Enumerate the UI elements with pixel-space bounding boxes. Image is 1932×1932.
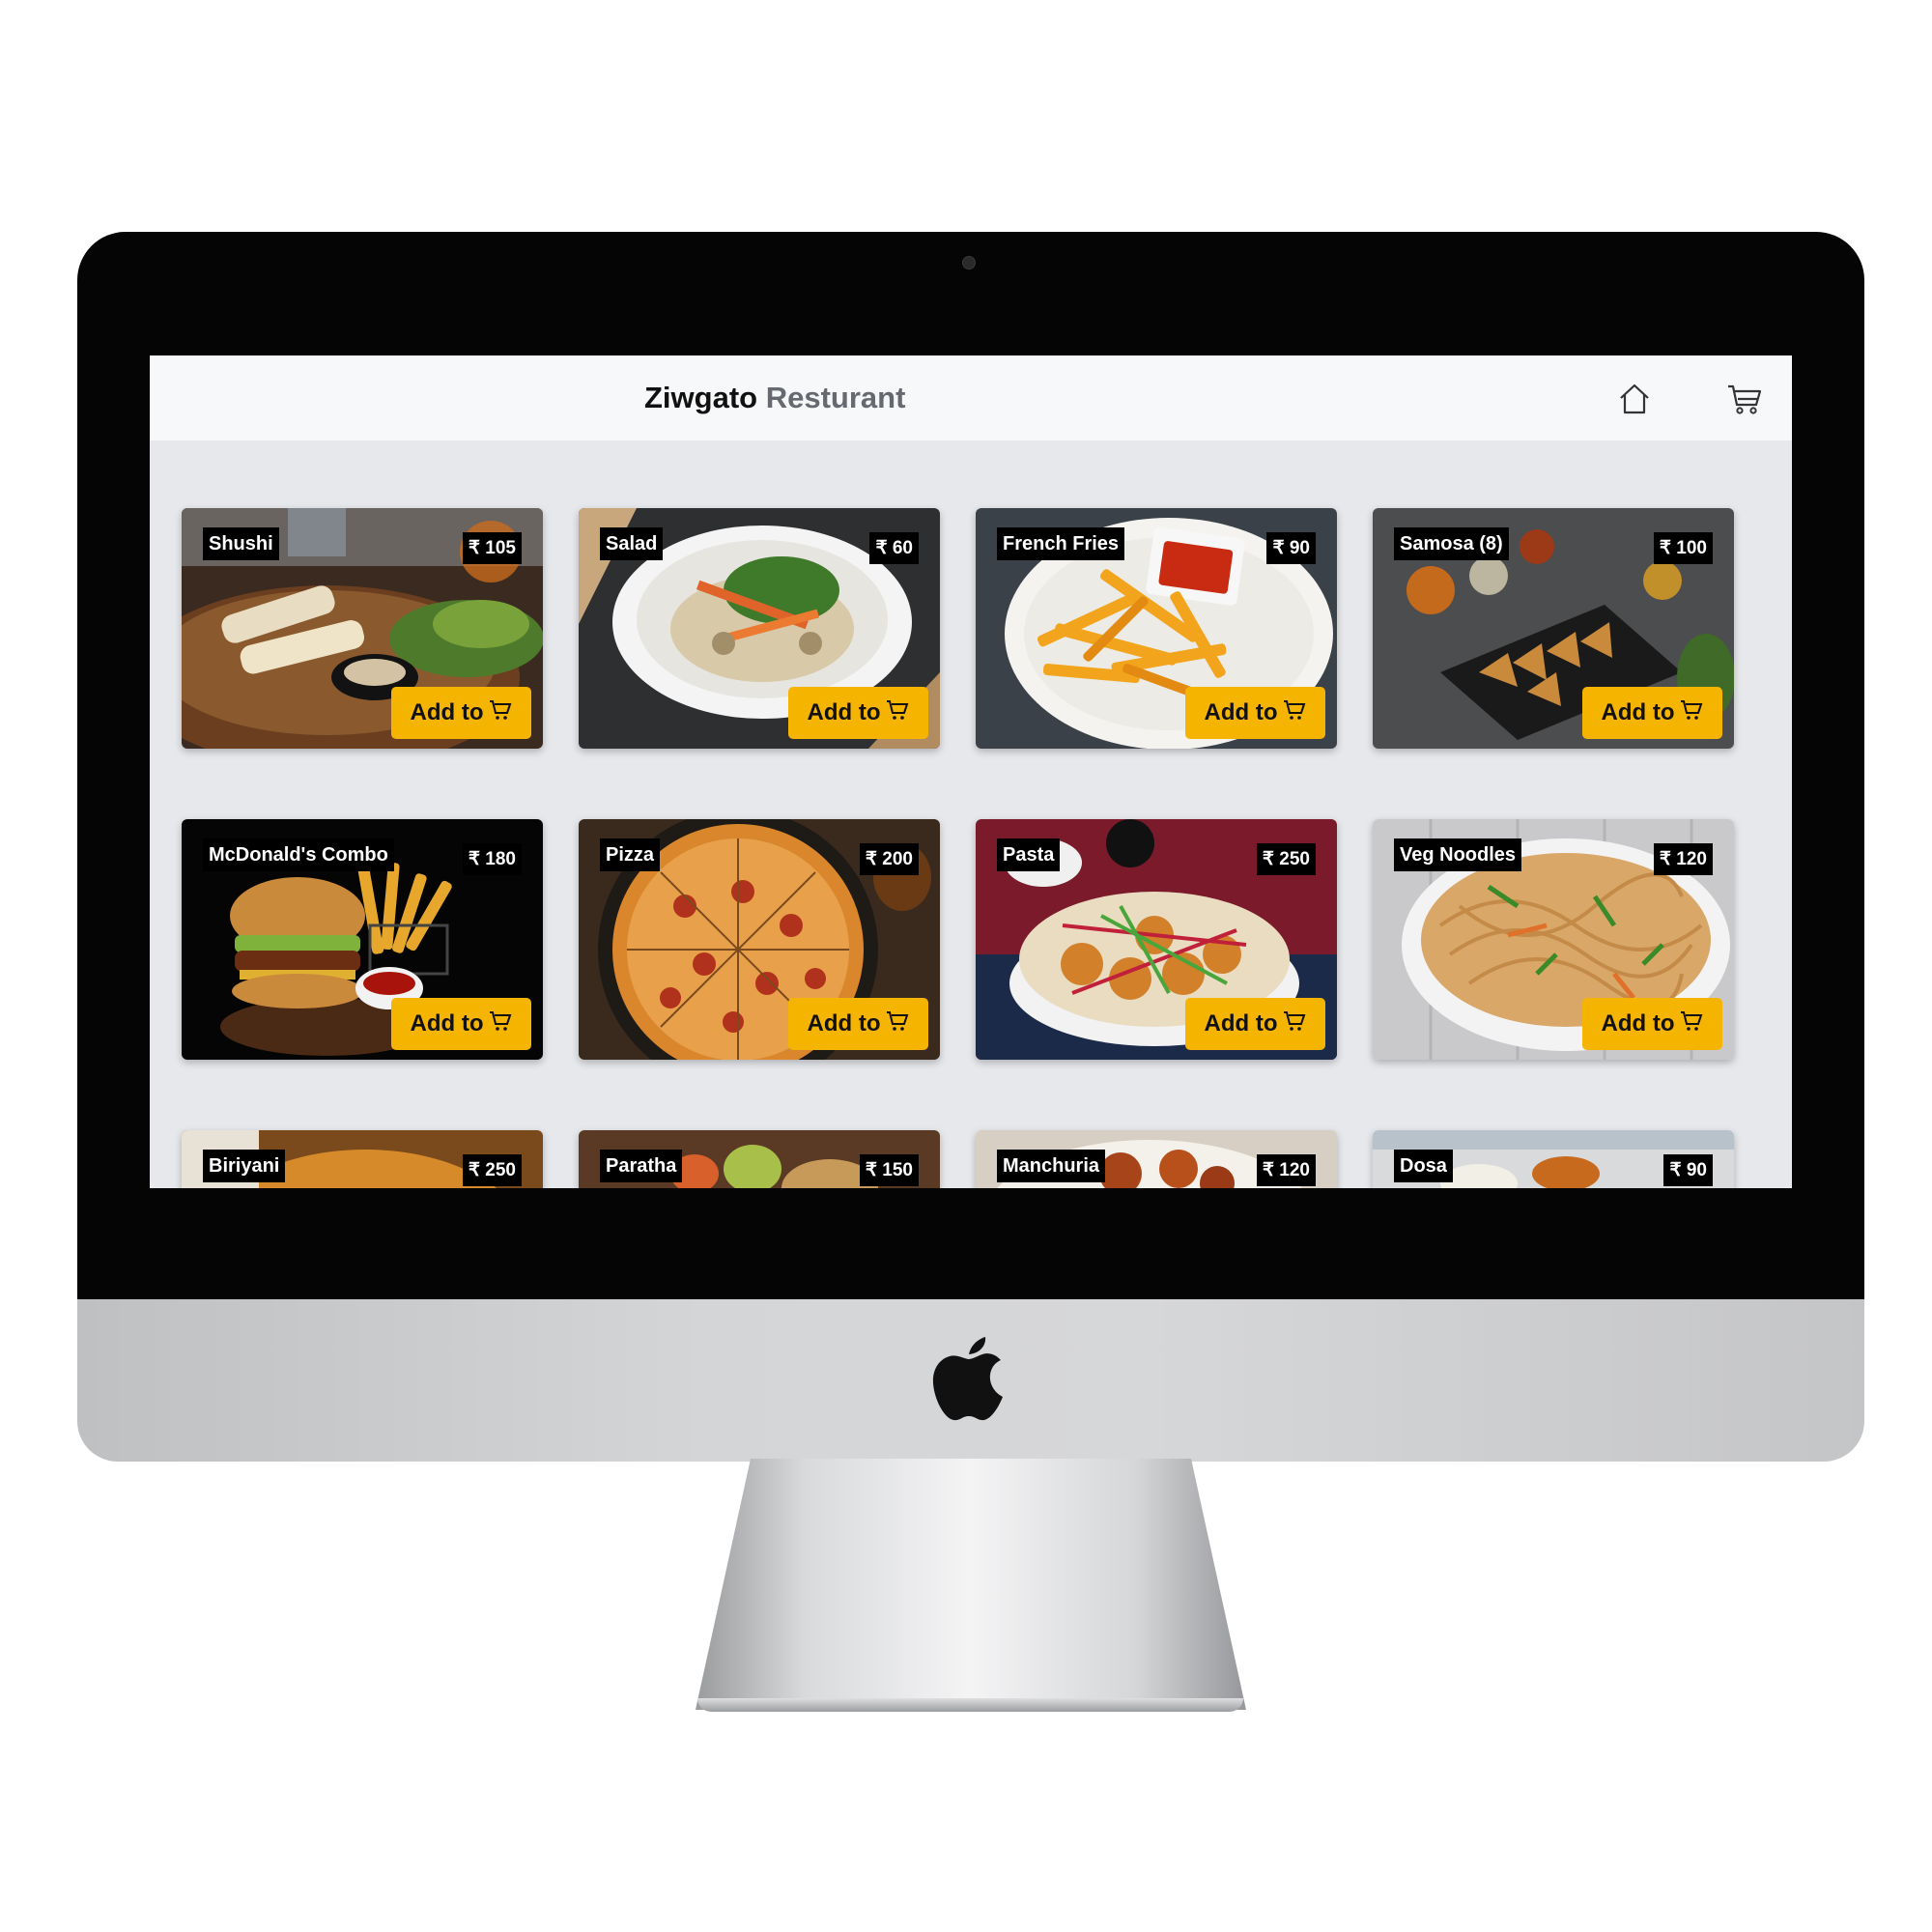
add-to-cart-label: Add to — [1204, 1010, 1278, 1037]
menu-card: Pasta ₹ 250 Add to — [976, 819, 1337, 1060]
add-to-cart-label: Add to — [1204, 699, 1278, 725]
menu-card: Shushi ₹ 105 Add to — [182, 508, 543, 749]
item-name: Shushi — [203, 527, 279, 560]
cart-icon — [886, 1009, 909, 1039]
add-to-cart-button[interactable]: Add to — [788, 998, 928, 1050]
menu-card: Salad ₹ 60 Add to — [579, 508, 940, 749]
add-to-cart-label: Add to — [410, 699, 484, 725]
menu-card: Paratha ₹ 150 — [579, 1130, 940, 1188]
menu-card: Samosa (8) ₹ 100 Add to — [1373, 508, 1734, 749]
screen: Shushi ₹ 105 Add to Salad ₹ 60 Add to Fr… — [150, 355, 1792, 1188]
item-price: ₹ 180 — [462, 843, 522, 875]
item-name: Pasta — [997, 838, 1061, 871]
item-name: Manchuria — [997, 1150, 1106, 1182]
item-name: French Fries — [997, 527, 1125, 560]
item-price: ₹ 200 — [859, 843, 919, 875]
item-name: Salad — [600, 527, 664, 560]
home-icon[interactable] — [1616, 381, 1653, 417]
item-name: Samosa (8) — [1394, 527, 1509, 560]
add-to-cart-button[interactable]: Add to — [1185, 687, 1325, 739]
item-price: ₹ 90 — [1266, 532, 1316, 564]
item-name: McDonald's Combo — [203, 838, 394, 871]
cart-icon — [489, 1009, 512, 1039]
cart-icon[interactable] — [1726, 381, 1763, 417]
menu-card: Veg Noodles ₹ 120 Add to — [1373, 819, 1734, 1060]
monitor-stand-base — [697, 1698, 1243, 1712]
cart-icon — [1283, 1009, 1306, 1039]
item-price: ₹ 250 — [462, 1154, 522, 1186]
webcam — [962, 256, 976, 270]
add-to-cart-button[interactable]: Add to — [1582, 687, 1722, 739]
add-to-cart-label: Add to — [1601, 699, 1675, 725]
cart-icon — [489, 698, 512, 728]
item-name: Veg Noodles — [1394, 838, 1522, 871]
item-price: ₹ 100 — [1653, 532, 1713, 564]
menu-grid: Shushi ₹ 105 Add to Salad ₹ 60 Add to Fr… — [150, 355, 1792, 1188]
add-to-cart-label: Add to — [807, 699, 881, 725]
cart-icon — [1680, 1009, 1703, 1039]
menu-card: Pizza ₹ 200 Add to — [579, 819, 940, 1060]
add-to-cart-label: Add to — [1601, 1010, 1675, 1037]
item-price: ₹ 105 — [462, 532, 522, 564]
navbar: Ziwgato Resturant — [150, 355, 1792, 440]
monitor-stand — [696, 1459, 1246, 1710]
menu-card: Biriyani ₹ 250 — [182, 1130, 543, 1188]
brand-name: Ziwgato — [644, 381, 758, 414]
item-price: ₹ 120 — [1256, 1154, 1316, 1186]
menu-card: Dosa ₹ 90 — [1373, 1130, 1734, 1188]
menu-card: Manchuria ₹ 120 — [976, 1130, 1337, 1188]
item-name: Biriyani — [203, 1150, 286, 1182]
add-to-cart-button[interactable]: Add to — [391, 687, 531, 739]
add-to-cart-button[interactable]: Add to — [1582, 998, 1722, 1050]
item-price: ₹ 250 — [1256, 843, 1316, 875]
menu-card: McDonald's Combo ₹ 180 Add to — [182, 819, 543, 1060]
add-to-cart-button[interactable]: Add to — [1185, 998, 1325, 1050]
item-price: ₹ 60 — [869, 532, 919, 564]
item-price: ₹ 150 — [859, 1154, 919, 1186]
brand-subtitle: Resturant — [765, 381, 906, 414]
menu-card: French Fries ₹ 90 Add to — [976, 508, 1337, 749]
item-name: Dosa — [1394, 1150, 1453, 1182]
cart-icon — [1283, 698, 1306, 728]
add-to-cart-label: Add to — [807, 1010, 881, 1037]
item-name: Pizza — [600, 838, 661, 871]
apple-logo-icon — [932, 1333, 1005, 1422]
item-price: ₹ 120 — [1653, 843, 1713, 875]
cart-icon — [886, 698, 909, 728]
add-to-cart-label: Add to — [410, 1010, 484, 1037]
brand-title[interactable]: Ziwgato Resturant — [644, 355, 905, 440]
add-to-cart-button[interactable]: Add to — [391, 998, 531, 1050]
item-price: ₹ 90 — [1663, 1154, 1713, 1186]
cart-icon — [1680, 698, 1703, 728]
add-to-cart-button[interactable]: Add to — [788, 687, 928, 739]
item-name: Paratha — [600, 1150, 683, 1182]
